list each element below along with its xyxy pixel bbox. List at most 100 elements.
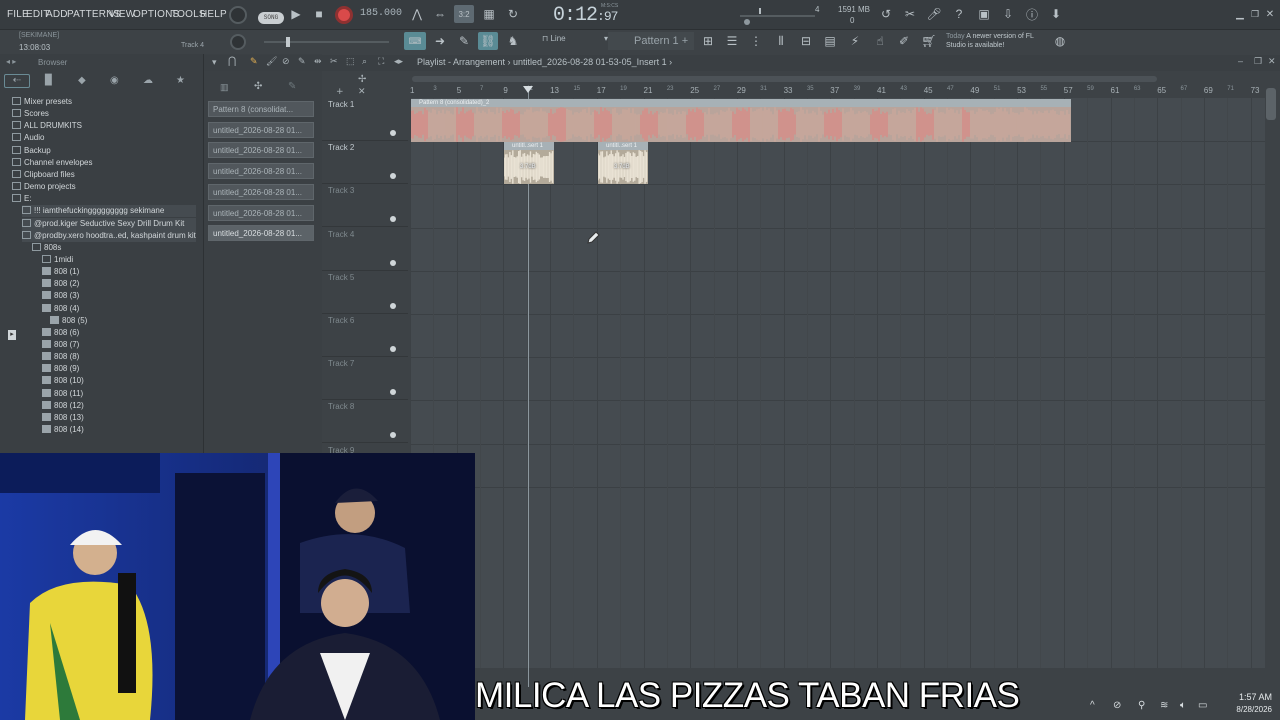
tempo-display[interactable]: 185.000 xyxy=(360,8,402,22)
track-enable-led-icon[interactable] xyxy=(390,432,396,439)
browser-item[interactable]: Channel envelopes xyxy=(12,157,93,169)
browser-item[interactable]: 808 (5) xyxy=(50,315,87,327)
help-icon[interactable]: ? xyxy=(949,5,969,23)
zoom-tool-icon[interactable]: ⌕ xyxy=(362,56,367,67)
browser-item[interactable]: 808s xyxy=(32,242,61,254)
link-tool-icon[interactable]: ⛓ xyxy=(478,32,498,50)
browser-item[interactable]: ALL DRUMKITS xyxy=(12,120,82,132)
browser-item[interactable]: 808 (12) xyxy=(42,400,84,412)
playlist-scrollbar[interactable] xyxy=(410,72,1270,86)
master-volume-slider-icon[interactable] xyxy=(264,36,394,48)
mute-tool-icon[interactable]: ✎ xyxy=(298,56,306,67)
track-header[interactable]: Track 6 xyxy=(322,314,408,357)
playlist-close-icon[interactable]: ✕ xyxy=(1268,56,1276,67)
add-track-icon[interactable]: + xyxy=(336,87,344,97)
browser-item[interactable]: 808 (11) xyxy=(42,388,83,400)
browser-favorites-icon[interactable]: ★ xyxy=(176,75,185,86)
browser-item[interactable]: 808 (2) xyxy=(42,278,79,290)
close-icon[interactable]: ✕ xyxy=(1260,5,1280,23)
browser-current-project-icon[interactable]: ◉ xyxy=(110,75,119,86)
select-tool-icon[interactable]: ⬚ xyxy=(346,56,355,67)
picker-item[interactable]: untitled_2026-08-28 01... xyxy=(208,142,314,159)
pattern-select[interactable]: Pattern 1 + xyxy=(608,32,694,50)
browser-item[interactable]: 808 (13) xyxy=(42,412,84,424)
master-volume-knob-icon[interactable] xyxy=(228,5,248,25)
track-header[interactable]: Track 5 xyxy=(322,271,408,314)
browser-item[interactable]: Clipboard files xyxy=(12,169,75,181)
vertical-scrollbar[interactable] xyxy=(1266,88,1276,120)
step-edit-icon[interactable]: ▦ xyxy=(479,5,499,23)
track-header[interactable]: Track 8 xyxy=(322,400,408,444)
playlist-clip[interactable]: Pattern 8 (consolidated)_2 xyxy=(411,99,1071,142)
tray-mic-icon[interactable]: ⚲ xyxy=(1138,700,1145,711)
record-icon[interactable] xyxy=(335,6,353,24)
browser-item[interactable]: 808 (4) xyxy=(42,303,79,315)
stamp-tool-icon[interactable]: ♞ xyxy=(503,32,523,50)
globe-icon[interactable]: ◍ xyxy=(1050,32,1070,50)
taskbar-time[interactable]: 1:57 AM xyxy=(1222,692,1272,702)
close-track-icon[interactable]: ✕ xyxy=(358,87,366,97)
countdown-icon[interactable]: 3:2 xyxy=(454,5,474,23)
add-pattern-icon[interactable]: + xyxy=(682,35,688,47)
track-enable-led-icon[interactable] xyxy=(390,302,396,309)
download-icon[interactable]: ⬇ xyxy=(1046,5,1066,23)
stop-icon[interactable]: ■ xyxy=(309,5,329,23)
playlist-nav-icon[interactable]: ◂▸ xyxy=(394,56,403,67)
piano-roll-icon[interactable]: ☰ xyxy=(722,32,742,50)
browser-item[interactable]: Backup xyxy=(12,145,51,157)
browser-icon[interactable]: ▤ xyxy=(820,32,840,50)
channel-rack-icon[interactable]: ⋮ xyxy=(746,32,766,50)
track-header[interactable]: Track 4 xyxy=(322,228,408,271)
picker-item[interactable]: Pattern 8 (consolidat... xyxy=(208,101,314,117)
track-enable-led-icon[interactable] xyxy=(390,130,396,136)
browser-item[interactable]: 808 (9) xyxy=(42,363,79,375)
slip-tool-icon[interactable]: ⇹ xyxy=(314,56,322,67)
picker-item[interactable]: untitled_2026-08-28 01... xyxy=(208,225,314,242)
picker-item[interactable]: untitled_2026-08-28 01... xyxy=(208,183,314,200)
save-icon[interactable]: ▣ xyxy=(974,5,994,23)
paint-tool-icon[interactable]: ✎ xyxy=(454,32,474,50)
slice-tool-icon[interactable]: ✂ xyxy=(330,56,338,67)
playlist-minimize-icon[interactable]: – xyxy=(1238,56,1243,66)
browser-back-icon[interactable]: ◂ ▸ xyxy=(6,57,16,66)
news-panel[interactable]: Today A newer version of FL Studio is av… xyxy=(946,32,1046,50)
snap-select[interactable]: ⊓ Line ▾ xyxy=(542,34,608,48)
browser-item[interactable]: 1midi xyxy=(42,254,73,266)
track-enable-led-icon[interactable] xyxy=(390,259,396,266)
track-header[interactable]: Track 7 xyxy=(322,357,408,401)
browser-files-icon[interactable]: ▉ xyxy=(45,75,53,86)
browser-item[interactable]: @prodby.xero hoodtra..ed, kashpaint drum… xyxy=(22,229,196,242)
playlist-clip[interactable]: untitl..sert 1 3.7dB xyxy=(598,142,648,184)
browser-cloud-icon[interactable]: ☁ xyxy=(143,75,153,86)
browser-item[interactable]: 808 (6) xyxy=(42,327,79,339)
timeline-ruler[interactable]: 1357911131517192123252729313335373941434… xyxy=(410,86,1270,98)
browser-item[interactable]: Demo projects xyxy=(12,181,76,193)
brush-tool-icon[interactable]: 🖌︎ xyxy=(266,56,277,67)
touch-keyboard-icon[interactable]: ☝︎ xyxy=(870,32,890,50)
mixer-icon[interactable]: ⫴ xyxy=(771,32,791,50)
plugin-database-icon[interactable]: ⇩ xyxy=(998,5,1018,23)
cut-tools-icon[interactable]: ✂ xyxy=(900,5,920,23)
track-enable-led-icon[interactable] xyxy=(390,346,396,352)
browser-plugins-icon[interactable]: ◆ xyxy=(78,75,86,86)
mic-icon[interactable]: 🎤︎ xyxy=(924,5,944,23)
browser-item[interactable]: !!! iamthefuckinggggggggg sekimane xyxy=(22,205,196,218)
browser-item[interactable]: Audio xyxy=(12,132,44,144)
delete-tool-icon[interactable]: ⊘ xyxy=(282,56,290,67)
picker-automation-icon[interactable]: ✎ xyxy=(288,81,296,92)
clip-title[interactable]: untitl..sert 1 xyxy=(504,142,554,150)
browser-item[interactable]: 808 (10) xyxy=(42,375,84,387)
browser-view-icon[interactable]: ⇠ xyxy=(4,74,30,88)
taskbar-date[interactable]: 8/28/2026 xyxy=(1222,705,1272,714)
picker-item[interactable]: untitled_2026-08-28 01... xyxy=(208,121,314,138)
pattern-song-toggle[interactable]: SONG xyxy=(258,12,284,24)
track-enable-led-icon[interactable] xyxy=(390,389,396,396)
track-header[interactable]: Track 1 xyxy=(322,98,408,141)
draw-tool-icon[interactable]: ✎ xyxy=(250,56,258,67)
playlist-menu-icon[interactable]: ▾ xyxy=(212,57,217,68)
picker-item[interactable]: untitled_2026-08-28 01... xyxy=(208,163,314,180)
play-icon[interactable]: ▶ xyxy=(286,5,306,23)
playlist-tool-icon[interactable]: ➜ xyxy=(430,32,450,50)
tempo-tapper-icon[interactable]: ✐ xyxy=(894,32,914,50)
track-enable-led-icon[interactable] xyxy=(390,173,396,180)
